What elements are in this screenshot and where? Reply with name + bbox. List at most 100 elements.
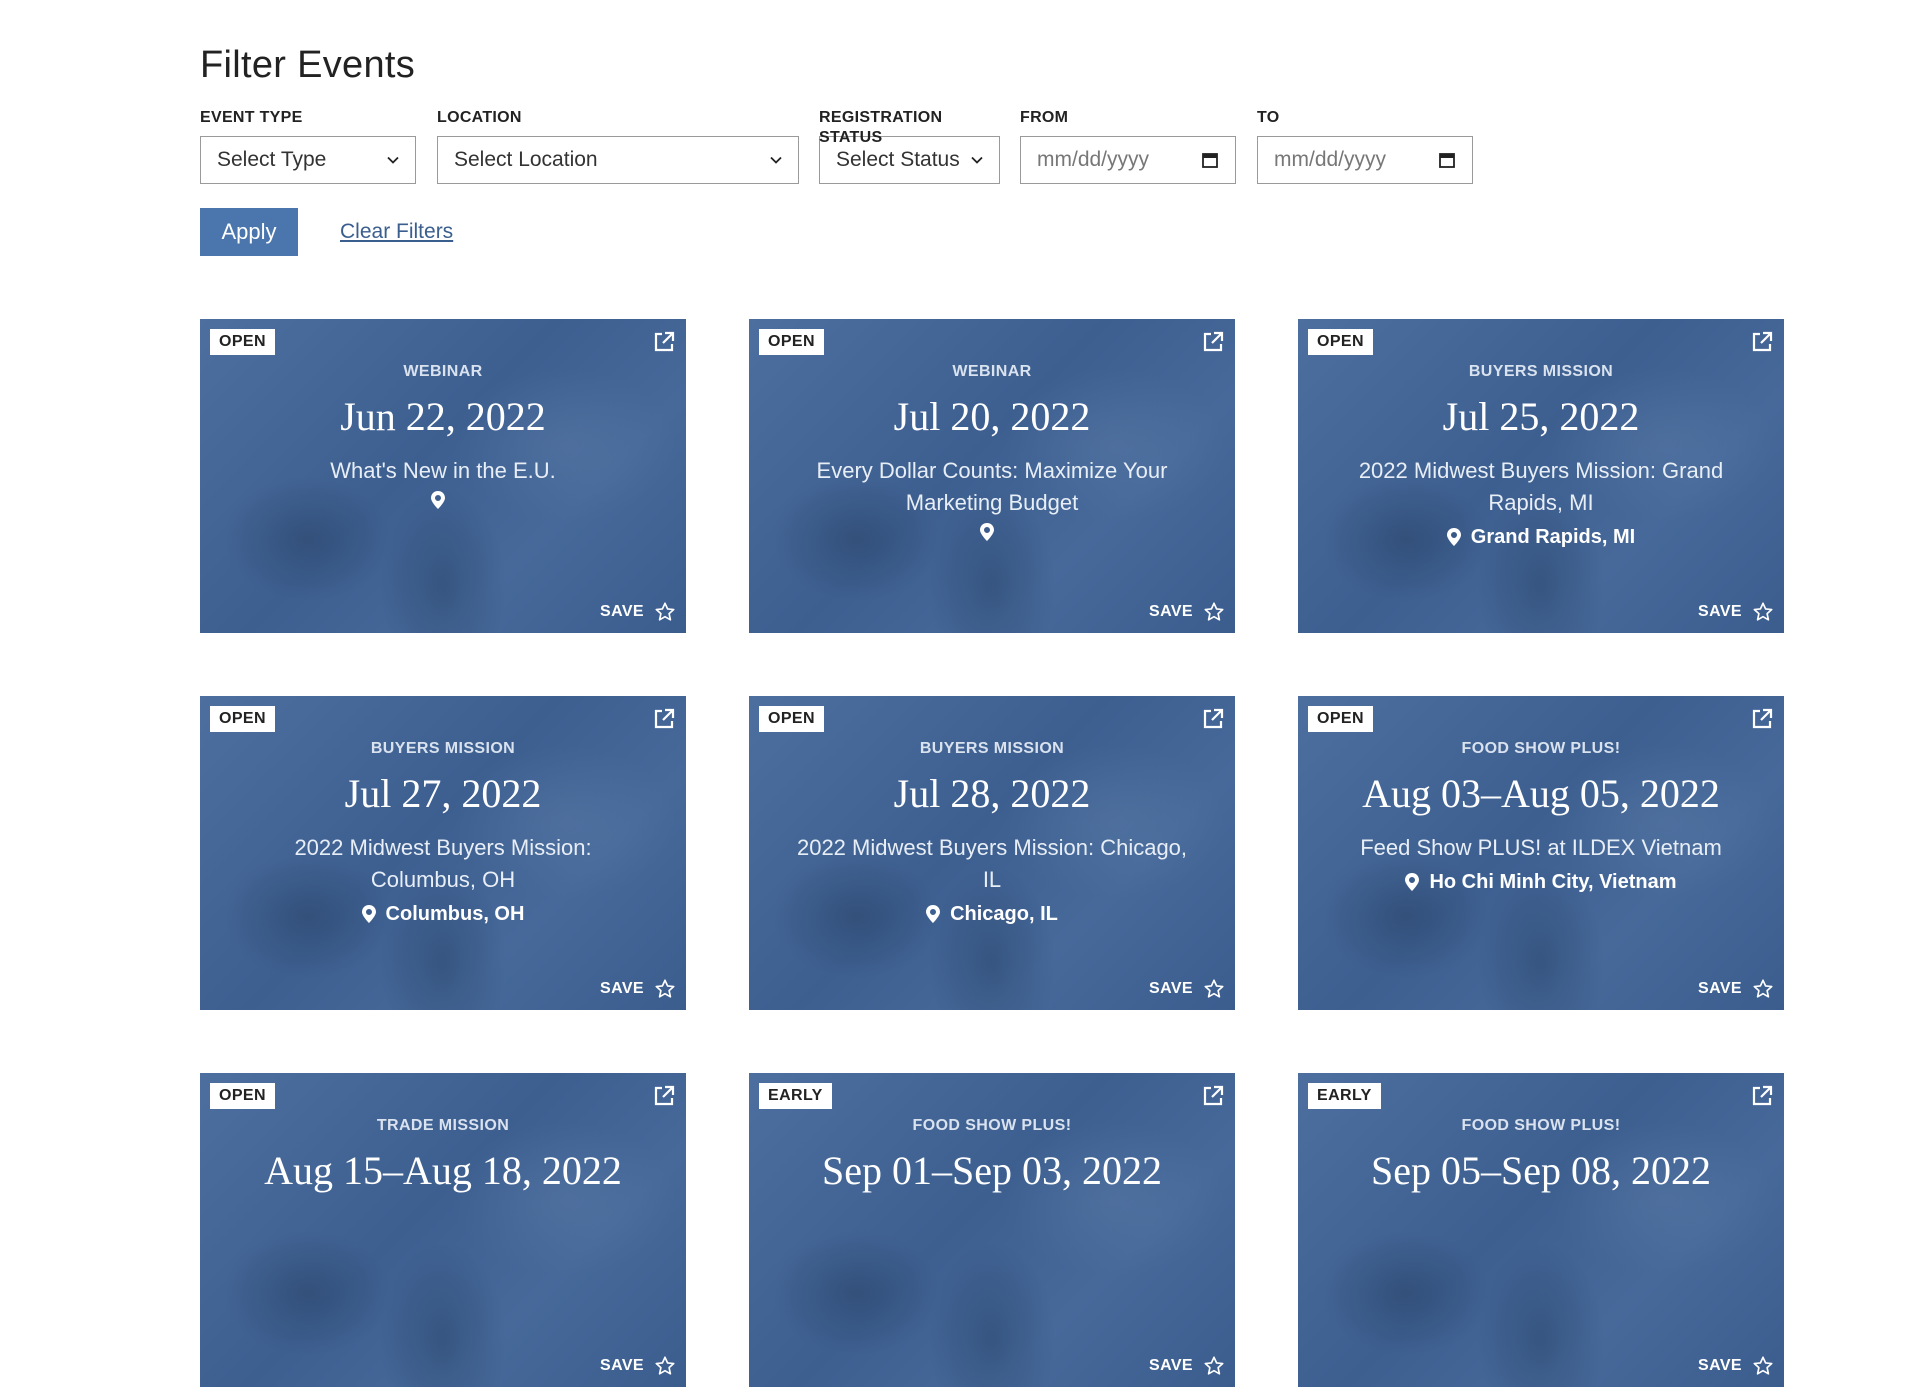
location-pin-icon <box>361 905 376 923</box>
event-title-block: Every Dollar Counts: Maximize Your Marke… <box>789 455 1195 541</box>
event-location: Chicago, IL <box>789 900 1195 928</box>
save-button[interactable]: SAVE <box>600 601 676 623</box>
star-icon <box>655 979 675 998</box>
from-filter: FROM mm/dd/yyyy <box>1020 108 1236 184</box>
status-badge: EARLY <box>759 1083 832 1109</box>
save-label: SAVE <box>600 1357 644 1374</box>
event-date: Sep 05–Sep 08, 2022 <box>1371 1148 1711 1193</box>
event-title[interactable]: Every Dollar Counts: Maximize Your Marke… <box>789 455 1195 519</box>
event-date: Jun 22, 2022 <box>340 394 546 439</box>
event-title[interactable]: Feed Show PLUS! at ILDEX Vietnam <box>1338 832 1744 864</box>
status-label: REGISTRATION STATUS <box>819 109 943 146</box>
save-button[interactable]: SAVE <box>1698 1355 1774 1377</box>
event-type-filter: EVENT TYPE Select Type <box>200 108 416 184</box>
event-card[interactable]: EARLY FOOD SHOW PLUS! Sep 05–Sep 08, 202… <box>1298 1073 1784 1387</box>
calendar-icon[interactable] <box>1201 151 1219 169</box>
location-select[interactable]: Select Location <box>437 136 799 184</box>
save-label: SAVE <box>600 980 644 997</box>
save-button[interactable]: SAVE <box>1698 601 1774 623</box>
status-badge: OPEN <box>210 1083 275 1109</box>
event-location <box>789 523 1195 541</box>
external-link-icon[interactable] <box>652 1084 676 1108</box>
external-link-icon[interactable] <box>1201 1084 1225 1108</box>
save-button[interactable]: SAVE <box>1698 978 1774 1000</box>
event-title[interactable]: What's New in the E.U. <box>240 455 646 487</box>
status-badge: OPEN <box>759 706 824 732</box>
save-label: SAVE <box>600 603 644 620</box>
save-button[interactable]: SAVE <box>600 1355 676 1377</box>
star-icon <box>655 602 675 621</box>
event-title[interactable]: 2022 Midwest Buyers Mission: Grand Rapid… <box>1338 455 1744 519</box>
external-link-icon[interactable] <box>1750 1084 1774 1108</box>
event-date: Jul 28, 2022 <box>893 771 1091 816</box>
location-filter: LOCATION Select Location <box>437 108 799 184</box>
save-button[interactable]: SAVE <box>1149 601 1225 623</box>
star-icon <box>655 1356 675 1375</box>
event-title-block: 2022 Midwest Buyers Mission: Chicago, IL… <box>789 832 1195 928</box>
status-badge: EARLY <box>1308 1083 1381 1109</box>
event-type: FOOD SHOW PLUS! <box>1461 1117 1621 1134</box>
external-link-icon[interactable] <box>652 330 676 354</box>
apply-button[interactable]: Apply <box>200 208 298 256</box>
status-badge: OPEN <box>1308 329 1373 355</box>
external-link-icon[interactable] <box>1201 707 1225 731</box>
to-date-input[interactable]: mm/dd/yyyy <box>1257 136 1473 184</box>
event-title-block: 2022 Midwest Buyers Mission: Columbus, O… <box>240 832 646 928</box>
external-link-icon[interactable] <box>1750 707 1774 731</box>
event-type: WEBINAR <box>403 363 483 380</box>
event-title[interactable]: 2022 Midwest Buyers Mission: Columbus, O… <box>240 832 646 896</box>
save-button[interactable]: SAVE <box>1149 1355 1225 1377</box>
event-type-value: Select Type <box>217 148 327 171</box>
event-card[interactable]: OPEN BUYERS MISSION Jul 27, 2022 2022 Mi… <box>200 696 686 1010</box>
star-icon <box>1753 979 1773 998</box>
status-value: Select Status <box>836 148 960 171</box>
star-icon <box>1753 1356 1773 1375</box>
event-date: Aug 15–Aug 18, 2022 <box>264 1148 622 1193</box>
event-title[interactable]: 2022 Midwest Buyers Mission: Chicago, IL <box>789 832 1195 896</box>
event-card[interactable]: OPEN WEBINAR Jul 20, 2022 Every Dollar C… <box>749 319 1235 633</box>
event-card[interactable]: OPEN TRADE MISSION Aug 15–Aug 18, 2022 S… <box>200 1073 686 1387</box>
event-location: Columbus, OH <box>240 900 646 928</box>
event-card[interactable]: OPEN BUYERS MISSION Jul 28, 2022 2022 Mi… <box>749 696 1235 1010</box>
chevron-down-icon <box>971 156 983 164</box>
event-location-text: Chicago, IL <box>950 903 1058 925</box>
event-date: Sep 01–Sep 03, 2022 <box>822 1148 1162 1193</box>
save-button[interactable]: SAVE <box>1149 978 1225 1000</box>
location-value: Select Location <box>454 148 598 171</box>
location-pin-icon <box>1405 873 1420 891</box>
page-title: Filter Events <box>200 44 416 86</box>
event-type: BUYERS MISSION <box>919 740 1065 757</box>
event-title-block: Feed Show PLUS! at ILDEX Vietnam Ho Chi … <box>1338 832 1744 896</box>
event-card[interactable]: OPEN BUYERS MISSION Jul 25, 2022 2022 Mi… <box>1298 319 1784 633</box>
calendar-icon[interactable] <box>1438 151 1456 169</box>
from-label: FROM <box>1020 109 1069 126</box>
event-location <box>240 491 646 509</box>
status-filter: REGISTRATION STATUS Select Status <box>819 108 1000 184</box>
event-date: Aug 03–Aug 05, 2022 <box>1362 771 1720 816</box>
external-link-icon[interactable] <box>652 707 676 731</box>
event-date: Jul 27, 2022 <box>344 771 542 816</box>
chevron-down-icon <box>770 156 782 164</box>
event-type: FOOD SHOW PLUS! <box>1461 740 1621 757</box>
event-card[interactable]: EARLY FOOD SHOW PLUS! Sep 01–Sep 03, 202… <box>749 1073 1235 1387</box>
chevron-down-icon <box>387 156 399 164</box>
event-card[interactable]: OPEN WEBINAR Jun 22, 2022 What's New in … <box>200 319 686 633</box>
external-link-icon[interactable] <box>1201 330 1225 354</box>
external-link-icon[interactable] <box>1750 330 1774 354</box>
event-card[interactable]: OPEN FOOD SHOW PLUS! Aug 03–Aug 05, 2022… <box>1298 696 1784 1010</box>
clear-filters-link[interactable]: Clear Filters <box>340 220 453 244</box>
event-location-text: Grand Rapids, MI <box>1470 526 1636 548</box>
event-date: Jul 25, 2022 <box>1442 394 1640 439</box>
event-type-label: EVENT TYPE <box>200 109 303 126</box>
event-type-select[interactable]: Select Type <box>200 136 416 184</box>
location-pin-icon <box>980 523 994 541</box>
save-label: SAVE <box>1698 980 1742 997</box>
location-pin-icon <box>1446 528 1461 546</box>
to-filter: TO mm/dd/yyyy <box>1257 108 1473 184</box>
from-date-input[interactable]: mm/dd/yyyy <box>1020 136 1236 184</box>
status-badge: OPEN <box>210 706 275 732</box>
save-button[interactable]: SAVE <box>600 978 676 1000</box>
save-label: SAVE <box>1149 980 1193 997</box>
event-date: Jul 20, 2022 <box>893 394 1091 439</box>
event-location-text: Columbus, OH <box>385 903 525 925</box>
